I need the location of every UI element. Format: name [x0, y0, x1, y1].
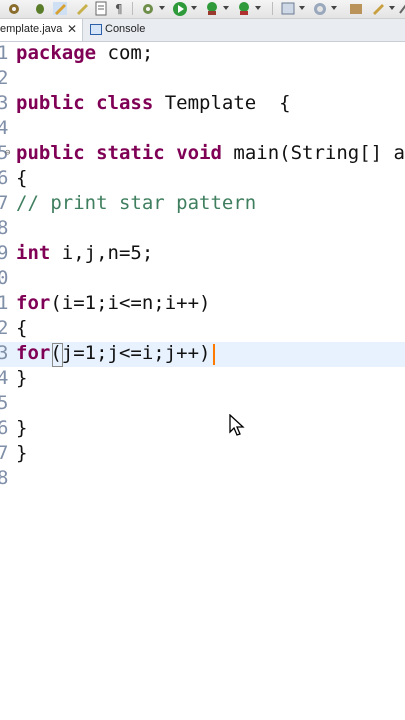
- line-number: 4: [0, 117, 9, 139]
- keyword: for: [16, 342, 51, 364]
- toolbar: ¶: [0, 0, 405, 19]
- keyword: public: [16, 92, 85, 114]
- debug-icon[interactable]: [32, 1, 48, 16]
- keyword: for: [16, 292, 51, 314]
- close-icon[interactable]: ✕: [67, 22, 77, 36]
- new-package-icon[interactable]: [312, 1, 328, 16]
- code-text: main(String[] a: [221, 142, 405, 164]
- coverage-icon[interactable]: [204, 1, 220, 16]
- code-line-outer-for: for(i=1;i<=n;i++): [16, 292, 210, 314]
- console-icon: [90, 24, 102, 35]
- code-line-brace: }: [16, 417, 28, 439]
- code-line-declaration: int i,j,n=5;: [16, 242, 153, 264]
- editor-tab-bar: emplate.java ✕ Console: [0, 19, 405, 42]
- code-line-main: public static void main(String[] a: [16, 142, 405, 164]
- code-line-comment: // print star pattern: [16, 192, 257, 214]
- keyword: void: [176, 142, 222, 164]
- tools-icon[interactable]: [6, 1, 22, 16]
- line-number: 2: [0, 317, 9, 339]
- keyword: public: [16, 142, 85, 164]
- keyword: package: [16, 42, 97, 64]
- line-number: 8: [0, 217, 9, 239]
- open-type-icon[interactable]: [348, 1, 364, 16]
- tab-label: emplate.java: [0, 23, 63, 35]
- code-text: (j=1;j<=i;j++): [50, 342, 211, 364]
- pencil-icon[interactable]: [52, 1, 68, 16]
- line-number: 1: [0, 42, 9, 64]
- line-number: 2: [0, 67, 9, 89]
- line-number: 7: [0, 192, 9, 214]
- tab-console[interactable]: Console: [88, 19, 158, 41]
- code-text: (i=1;i<=n;i++): [50, 292, 211, 314]
- line-number: 6: [0, 167, 9, 189]
- svg-text:¶: ¶: [115, 2, 123, 16]
- line-number: 7: [0, 442, 9, 464]
- document-icon[interactable]: [94, 1, 108, 16]
- code-text: Template {: [153, 92, 291, 114]
- keyword: int: [16, 242, 51, 264]
- code-editor[interactable]: 1 2 3 4 5 ⊖ 6 7 8 9 0 1 2 3 4 5 6 7 8 pa…: [0, 42, 405, 720]
- line-number: 0: [0, 267, 9, 289]
- line-number: 4: [0, 367, 9, 389]
- code-line-brace: }: [16, 442, 28, 464]
- tab-label: Console: [105, 23, 146, 35]
- navigate-icon[interactable]: [398, 1, 405, 16]
- new-class-icon[interactable]: [280, 1, 296, 16]
- line-number: 3: [0, 92, 9, 114]
- highlight-icon[interactable]: [74, 1, 90, 16]
- line-number: 3: [0, 342, 9, 364]
- text-caret: [213, 344, 215, 365]
- search-icon[interactable]: [370, 1, 386, 16]
- mouse-pointer-icon: [229, 414, 245, 436]
- keyword: static: [96, 142, 165, 164]
- line-number: 5: [0, 392, 9, 414]
- line-number: 9: [0, 242, 9, 264]
- fold-marker-icon[interactable]: ⊖: [5, 148, 10, 158]
- code-line-brace: }: [16, 367, 28, 389]
- tab-template-java[interactable]: emplate.java ✕: [0, 19, 83, 41]
- code-line-package: package com;: [16, 42, 153, 64]
- line-number: 6: [0, 417, 9, 439]
- code-text: i,j,n=5;: [50, 242, 154, 264]
- external-tools-icon[interactable]: [236, 1, 252, 16]
- code-line-inner-for: for(j=1;j<=i;j++): [16, 342, 210, 364]
- settings-icon[interactable]: [140, 1, 156, 16]
- code-line-class: public class Template {: [16, 92, 291, 114]
- code-text: com;: [96, 42, 154, 64]
- keyword: class: [96, 92, 154, 114]
- run-icon[interactable]: [172, 1, 188, 16]
- line-number: 8: [0, 467, 9, 489]
- paragraph-icon[interactable]: ¶: [113, 1, 125, 16]
- line-number: 1: [0, 292, 9, 314]
- code-line-brace: {: [16, 317, 28, 339]
- code-line-brace: {: [16, 167, 28, 189]
